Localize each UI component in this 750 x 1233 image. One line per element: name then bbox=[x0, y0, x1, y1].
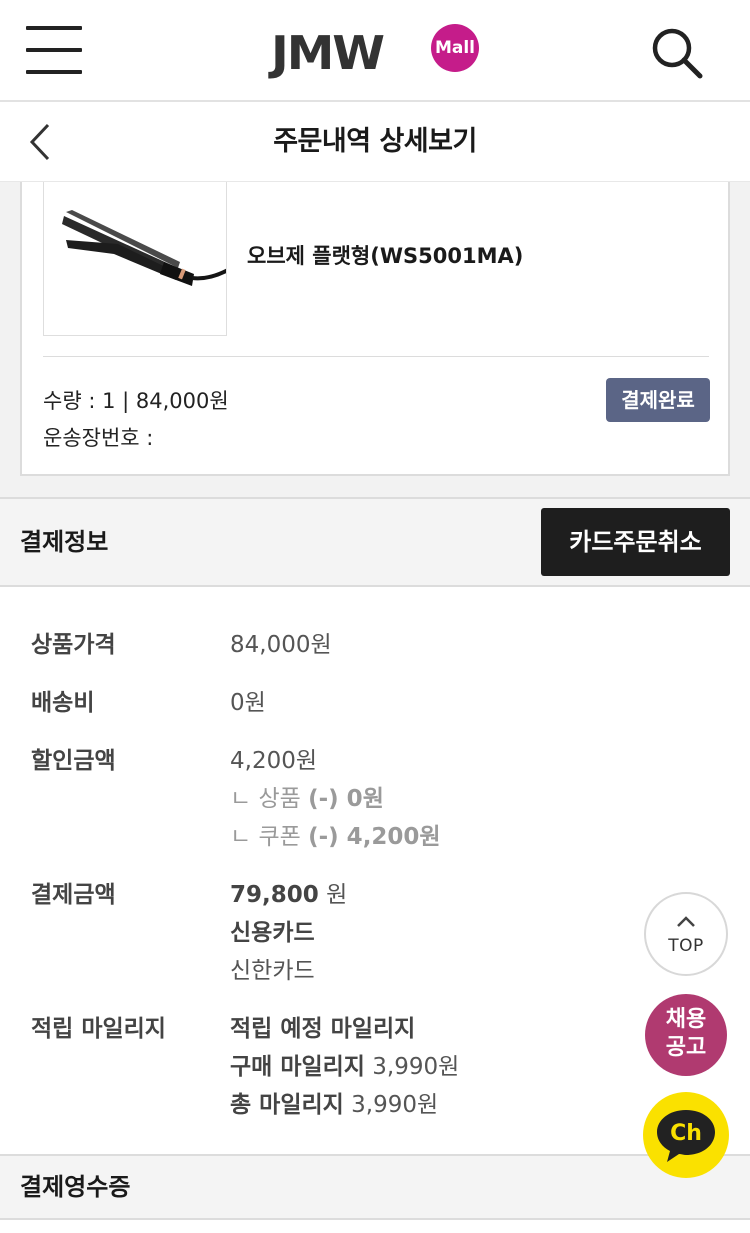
search-icon[interactable] bbox=[650, 26, 704, 80]
paid-unit: 원 bbox=[318, 882, 348, 908]
shipping-label: 배송비 bbox=[31, 690, 95, 716]
paid-method: 신용카드 bbox=[230, 920, 315, 946]
product-thumbnail[interactable] bbox=[43, 182, 227, 336]
hair-straightener-image bbox=[62, 210, 226, 286]
mileage-total-value: 3,990원 bbox=[343, 1092, 439, 1118]
top-label: TOP bbox=[668, 936, 704, 956]
card-order-cancel-button[interactable]: 카드주문취소 bbox=[541, 508, 730, 576]
scroll-top-button[interactable]: TOP bbox=[644, 892, 728, 976]
mileage-total-label: 총 마일리지 bbox=[230, 1092, 344, 1118]
discount-coupon-line: ㄴ 쿠폰 (-) 4,200원 bbox=[230, 817, 441, 851]
payment-receipt-header[interactable]: 결제영수증 bbox=[0, 1154, 750, 1220]
recruit-line2: 공고 bbox=[665, 1035, 707, 1060]
mileage-purchase-line: 구매 마일리지 3,990원 bbox=[230, 1047, 459, 1081]
discount-coupon-prefix: ㄴ 쿠폰 bbox=[230, 824, 309, 850]
mileage-purchase-value: 3,990원 bbox=[364, 1054, 460, 1080]
price-label: 상품가격 bbox=[31, 632, 116, 658]
logo-mall-badge: Mall bbox=[431, 24, 479, 72]
tracking-number-text: 운송장번호 : bbox=[43, 426, 154, 450]
mileage-heading: 적립 예정 마일리지 bbox=[230, 1016, 416, 1042]
price-value: 84,000원 bbox=[230, 632, 332, 658]
sub-header: 주문내역 상세보기 bbox=[0, 102, 750, 182]
top-header: JMW Mall bbox=[0, 0, 750, 102]
chat-bubble-icon: Ch bbox=[657, 1110, 715, 1162]
payment-info-title: 결제정보 bbox=[20, 528, 109, 556]
product-name[interactable]: 오브제 플랫형(WS5001MA) bbox=[247, 240, 523, 270]
chevron-up-icon bbox=[677, 916, 695, 927]
quantity-price-text: 수량 : 1 | 84,000원 bbox=[43, 389, 229, 413]
recruitment-notice-button[interactable]: 채용 공고 bbox=[645, 994, 727, 1076]
mileage-label: 적립 마일리지 bbox=[31, 1016, 166, 1042]
card-divider bbox=[43, 356, 709, 357]
chat-label: Ch bbox=[670, 1121, 702, 1146]
kakao-channel-chat-button[interactable]: Ch bbox=[643, 1092, 729, 1178]
paid-amount-line: 79,800 원 bbox=[230, 875, 347, 909]
discount-product-prefix: ㄴ 상품 bbox=[230, 786, 309, 812]
mileage-purchase-label: 구매 마일리지 bbox=[230, 1054, 365, 1080]
discount-product-line: ㄴ 상품 (-) 0원 bbox=[230, 779, 384, 813]
payment-receipt-title: 결제영수증 bbox=[20, 1173, 131, 1201]
discount-value: 4,200원 bbox=[230, 748, 318, 774]
payment-info-header: 결제정보 카드주문취소 bbox=[0, 497, 750, 587]
shipping-value: 0원 bbox=[230, 690, 266, 716]
discount-product-value: (-) 0원 bbox=[308, 786, 384, 812]
order-item-card: 오브제 플랫형(WS5001MA) 수량 : 1 | 84,000원 운송장번호… bbox=[20, 182, 730, 476]
logo-text: JMW bbox=[271, 26, 385, 80]
mileage-total-line: 총 마일리지 3,990원 bbox=[230, 1085, 438, 1119]
page-title: 주문내역 상세보기 bbox=[273, 126, 477, 157]
order-detail-page: JMW Mall 주문내역 상세보기 오브제 플랫형(WS5001MA) 수량 … bbox=[0, 0, 750, 1233]
discount-label: 할인금액 bbox=[31, 748, 116, 774]
paid-label: 결제금액 bbox=[31, 882, 116, 908]
discount-coupon-value: (-) 4,200원 bbox=[308, 824, 441, 850]
hamburger-menu-icon[interactable] bbox=[26, 26, 82, 74]
recruit-line1: 채용 bbox=[665, 1007, 707, 1032]
jmw-mall-logo[interactable]: JMW Mall bbox=[271, 24, 481, 80]
paid-amount: 79,800 bbox=[230, 882, 319, 908]
status-badge: 결제완료 bbox=[606, 378, 710, 422]
paid-card: 신한카드 bbox=[230, 958, 315, 984]
order-item-area: 오브제 플랫형(WS5001MA) 수량 : 1 | 84,000원 운송장번호… bbox=[0, 182, 750, 497]
